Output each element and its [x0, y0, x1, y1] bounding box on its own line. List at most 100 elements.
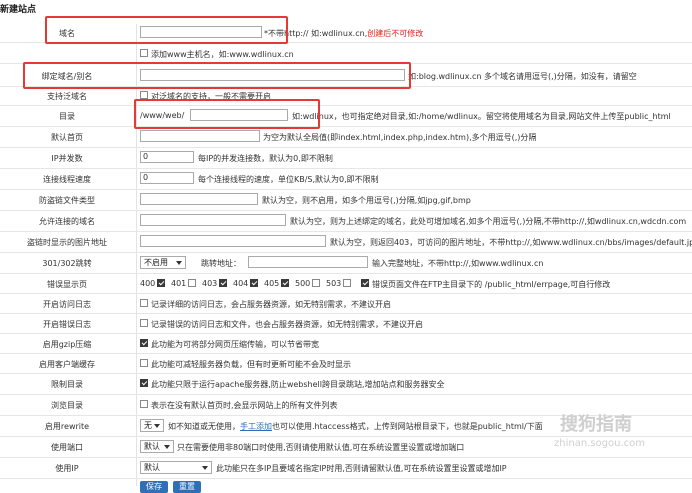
wildcard-label: 支持泛域名 [47, 92, 87, 101]
ip-label: 使用IP [55, 464, 79, 473]
row-www: 添加www主机名，如:www.wdlinux.cn [0, 43, 692, 64]
errpage-label: 错误显示页 [47, 280, 87, 289]
index-note: 为空为默认全局值(即index.html,index.php,index.htm… [263, 133, 537, 142]
row-redirect: 301/302跳转 不启用 跳转地址： 输入完整地址，不带http://,如ww… [0, 253, 692, 274]
row-hotlink: 防盗链文件类型 默认为空，则不启用，如多个用逗号(,)分隔,如jpg,gif,b… [0, 190, 692, 211]
ipcon-input[interactable]: 0 [140, 151, 194, 163]
reset-button[interactable]: 重置 [173, 481, 201, 493]
row-errpage: 错误显示页 400 401 403 404 405 500 503 错误页面文件在FTP主目… [0, 274, 692, 294]
errpage-code-checkbox[interactable] [312, 279, 320, 287]
hotimg-label: 盗链时显示的图片地址 [27, 238, 107, 247]
errorlog-label: 开启错误日志 [43, 320, 91, 329]
row-accesslog: 开启访问日志 记录详细的访问日志，会占服务器资源，如无特别需求，不建议开启 [0, 294, 692, 314]
limitdir-text: 此功能只限于运行apache服务器,防止webshell跨目录跳站,增加站点和服… [151, 380, 445, 389]
rewrite-manual-link[interactable]: 手工添加 [240, 422, 272, 431]
hotlink-note: 默认为空，则不启用，如多个用逗号(,)分隔,如jpg,gif,bmp [262, 196, 471, 205]
chevron-down-icon [202, 466, 208, 470]
errpage-code-label: 404 [233, 279, 249, 288]
browse-checkbox[interactable] [140, 400, 148, 408]
row-limitdir: 限制目录 此功能只限于运行apache服务器,防止webshell跨目录跳站,增… [0, 374, 692, 395]
errorlog-checkbox[interactable] [140, 319, 148, 327]
hotlink-label: 防盗链文件类型 [39, 196, 95, 205]
errpage-code-label: 401 [171, 279, 187, 288]
redirect-addr-label: 跳转地址： [201, 259, 241, 268]
row-errorlog: 开启错误日志 记录错误的访问日志和文件，也会占服务器资源，如无特别需求，不建议开… [0, 314, 692, 334]
browse-label: 浏览目录 [51, 401, 83, 410]
errorlog-text: 记录错误的访问日志和文件，也会占服务器资源，如无特别需求，不建议开启 [151, 320, 423, 329]
watermark-url: zhinan.sogou.com [554, 438, 646, 449]
redirect-note: 输入完整地址，不带http://,如www.wdlinux.cn [372, 259, 544, 268]
errpage-code-checkbox[interactable] [157, 279, 165, 287]
redirect-select[interactable]: 不启用 [140, 256, 186, 269]
browse-text: 表示在没有默认首页时,会显示网站上的所有文件列表 [151, 401, 338, 410]
chevron-down-icon [154, 424, 160, 428]
allowdom-input[interactable] [140, 214, 286, 226]
speed-input[interactable]: 0 [140, 172, 194, 184]
ipcon-label: IP并发数 [51, 154, 83, 163]
index-input[interactable] [140, 130, 260, 142]
errpage-text: 错误页面文件在FTP主目录下的 /public_html/errpage,可自行… [372, 280, 611, 289]
chevron-down-icon [164, 445, 170, 449]
cache-label: 启用客户端缓存 [39, 360, 95, 369]
alias-note: 如:blog.wdlinux.cn 多个域名请用逗号(,)分隔，如没有，请留空 [408, 72, 637, 81]
highlight-dir [134, 99, 320, 129]
errpage-code-label: 503 [326, 279, 342, 288]
allowdom-note: 默认为空，则为上述绑定的域名，此处可增加域名,如多个用逗号(,)分隔,不带htt… [290, 217, 687, 226]
chevron-down-icon [176, 261, 182, 265]
cache-checkbox[interactable] [140, 359, 148, 367]
redirect-label: 301/302跳转 [42, 259, 92, 268]
rewrite-text: 如不知道或无使用，手工添加也可以使用.htaccess格式，上传到网站根目录下，… [168, 422, 543, 431]
dir-note: 如:wdlinux，也可指定绝对目录,如:/home/wdlinux。留空将使用… [292, 112, 671, 121]
row-gzip: 启用gzip压缩 此功能为可将部分网页压缩传输，可以节省带宽 [0, 334, 692, 354]
hotimg-note: 默认为空，则返回403，可访问的图片地址，不带http://,如www.wdli… [330, 238, 692, 247]
hotimg-input[interactable] [140, 235, 326, 247]
row-hotimg: 盗链时显示的图片地址 默认为空，则返回403，可访问的图片地址，不带http:/… [0, 232, 692, 253]
accesslog-checkbox[interactable] [140, 299, 148, 307]
limitdir-checkbox[interactable] [140, 379, 148, 387]
www-checkbox[interactable] [140, 49, 148, 57]
rewrite-label: 启用rewrite [44, 422, 90, 431]
errpage-file-checkbox[interactable] [361, 279, 369, 287]
errpage-code-checkbox[interactable] [281, 279, 289, 287]
save-button[interactable]: 保存 [140, 481, 168, 493]
wildcard-checkbox[interactable] [140, 91, 148, 99]
domain-warning: 创建后不可修改 [367, 29, 424, 38]
page-title: 新建站点 [0, 5, 37, 15]
row-dir: 目录 /www/web/ 如:wdlinux，也可指定绝对目录,如:/home/… [0, 106, 692, 127]
hotlink-input[interactable] [140, 193, 258, 205]
rewrite-select[interactable]: 无 [140, 419, 164, 432]
cache-text: 此功能可减轻服务器负载，但有时更新可能不会及时显示 [151, 360, 351, 369]
gzip-text: 此功能为可将部分网页压缩传输，可以节省带宽 [151, 340, 319, 349]
errpage-code-label: 500 [295, 279, 311, 288]
row-ipcon: IP并发数 0 每IP的并发连接数，默认为0,即不限制 [0, 148, 692, 169]
limitdir-label: 限制目录 [51, 380, 83, 389]
errpage-code-label: 400 [140, 279, 156, 288]
redirect-input[interactable] [248, 256, 368, 268]
port-text: 只在需要使用非80端口时使用,否则请使用默认值,可在系统设置里设置或增加端口 [177, 443, 465, 452]
accesslog-label: 开启访问日志 [43, 300, 91, 309]
watermark-text: 搜狗指南 [560, 414, 632, 435]
errpage-code-checkbox[interactable] [188, 279, 196, 287]
row-index: 默认首页 为空为默认全局值(即index.html,index.php,inde… [0, 127, 692, 148]
row-ip: 使用IP 默认 此功能只在多IP且要域名指定IP时用,否则请留默认值,可在系统设… [0, 458, 692, 479]
errpage-code-checkbox[interactable] [343, 279, 351, 287]
errpage-code-label: 405 [264, 279, 280, 288]
row-speed: 连接线程速度 0 每个连接线程的速度，单位KB/S,默认为0,即不限制 [0, 169, 692, 190]
accesslog-text: 记录详细的访问日志，会占服务器资源，如无特别需求，不建议开启 [151, 300, 391, 309]
errpage-code-label: 403 [202, 279, 218, 288]
gzip-checkbox[interactable] [140, 339, 148, 347]
errpage-code-checkbox[interactable] [219, 279, 227, 287]
dir-label: 目录 [59, 112, 75, 121]
port-select[interactable]: 默认 [140, 440, 174, 453]
ip-text: 此功能只在多IP且要域名指定IP时用,否则请留默认值,可在系统设置里设置或增加I… [216, 464, 507, 473]
row-cache: 启用客户端缓存 此功能可减轻服务器负载，但有时更新可能不会及时显示 [0, 354, 692, 374]
speed-label: 连接线程速度 [43, 175, 91, 184]
www-text: 添加www主机名，如:www.wdlinux.cn [151, 50, 294, 59]
ipcon-note: 每IP的并发连接数，默认为0,即不限制 [198, 154, 333, 163]
gzip-label: 启用gzip压缩 [42, 340, 92, 349]
ip-select[interactable]: 默认 [140, 461, 212, 474]
highlight-alias [23, 62, 411, 89]
allowdom-label: 允许连接的域名 [39, 217, 95, 226]
index-label: 默认首页 [51, 133, 83, 142]
errpage-code-checkbox[interactable] [250, 279, 258, 287]
